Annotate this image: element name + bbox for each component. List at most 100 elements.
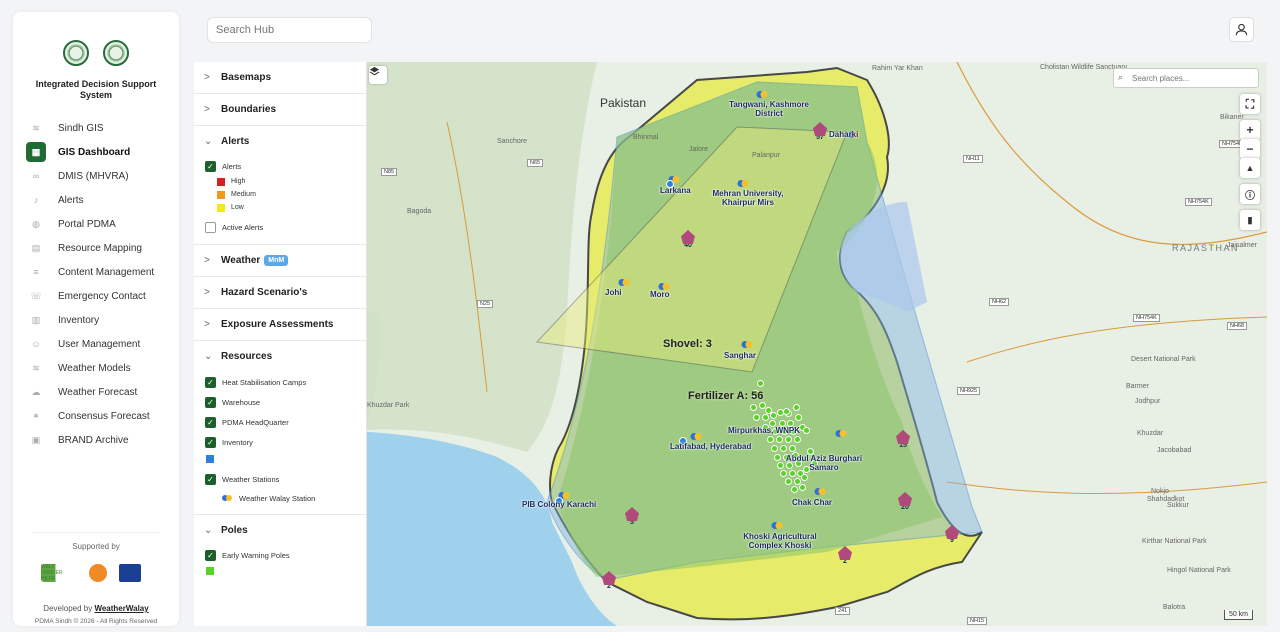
place-label[interactable]: Latifabad, Hyderabad (670, 442, 751, 451)
sidebar-item-dmis-mhvra[interactable]: ∞ DMIS (MHVRA) (26, 164, 176, 188)
alert-hotspot[interactable]: 2 (599, 571, 619, 590)
early-warning-pole-marker[interactable] (750, 404, 757, 411)
resource-toggle-pdma-hq[interactable]: ✓ PDMA HeadQuarter (205, 412, 366, 432)
checkbox-checked[interactable]: ✓ (205, 376, 216, 388)
alert-hotspot[interactable]: 5 (622, 507, 642, 526)
sidebar-item-portal-pdma[interactable]: ◍ Portal PDMA (26, 212, 176, 236)
alert-hotspot[interactable]: 9 (942, 525, 962, 544)
weather-station-marker[interactable] (834, 429, 848, 438)
sidebar-item-brand-archive[interactable]: ▣ BRAND Archive (26, 428, 176, 452)
place-label[interactable]: Mirpurkhas, WNPK (728, 426, 800, 435)
sidebar-item-alerts[interactable]: ♪ Alerts (26, 188, 176, 212)
place-label[interactable]: Tangwani, Kashmore District (724, 100, 814, 118)
sidebar-item-gis-dashboard[interactable]: ▦ GIS Dashboard (26, 140, 176, 164)
alert-hotspot[interactable]: 40 (678, 230, 698, 249)
sidebar-item-consensus-forecast[interactable]: ✶ Consensus Forecast (26, 404, 176, 428)
place-label[interactable]: Johi (605, 288, 621, 297)
resource-toggle-warehouse[interactable]: ✓ Warehouse (205, 392, 366, 412)
alert-hotspot[interactable]: 20 (895, 492, 915, 511)
sidebar-item-inventory[interactable]: ▥ Inventory (26, 308, 176, 332)
resource-toggle-weather-stations[interactable]: ✓ Weather Stations (205, 468, 366, 490)
checkbox-unchecked[interactable] (205, 221, 216, 233)
early-warning-pole-marker[interactable] (801, 474, 808, 481)
place-label[interactable]: Mehran University, Khairpur Mirs (703, 189, 793, 207)
weather-station-marker[interactable] (617, 278, 631, 287)
place-label[interactable]: Abdul Aziz Burghari Samaro (779, 454, 869, 472)
sidebar-item-weather-models[interactable]: ≋ Weather Models (26, 356, 176, 380)
early-warning-pole-marker[interactable] (783, 408, 790, 415)
section-header-alerts[interactable]: ⌄ Alerts (194, 126, 366, 157)
section-header-hazard[interactable]: > Hazard Scenario's (194, 277, 366, 308)
search-hub-input[interactable] (207, 17, 372, 43)
section-header-weather[interactable]: > Weather MnM (194, 245, 366, 276)
early-warning-pole-marker[interactable] (762, 414, 769, 421)
early-warning-pole-marker[interactable] (793, 404, 800, 411)
early-warning-pole-marker[interactable] (757, 380, 764, 387)
poles-toggle[interactable]: ✓ Early Warning Poles (205, 546, 366, 564)
place-label[interactable]: Moro (650, 290, 670, 299)
sidebar-item-user-management[interactable]: ☺ User Management (26, 332, 176, 356)
weather-station-marker[interactable] (689, 432, 703, 441)
alert-hotspot[interactable]: 15 (893, 430, 913, 449)
section-header-resources[interactable]: ⌄ Resources (194, 341, 366, 372)
early-warning-pole-marker[interactable] (753, 414, 760, 421)
alert-hotspot[interactable]: 57 (810, 122, 830, 141)
early-warning-pole-marker[interactable] (767, 436, 774, 443)
weather-station-marker[interactable] (736, 179, 750, 188)
checkbox-checked[interactable]: ✓ (205, 160, 216, 172)
weather-station-marker[interactable] (813, 487, 827, 496)
sidebar-item-content-management[interactable]: ≡ Content Management (26, 260, 176, 284)
early-warning-pole-marker[interactable] (770, 412, 777, 419)
checkbox-checked[interactable]: ✓ (205, 396, 216, 408)
zoom-in-button[interactable]: + (1240, 120, 1260, 140)
checkbox-checked[interactable]: ✓ (205, 473, 216, 485)
early-warning-pole-marker[interactable] (794, 436, 801, 443)
early-warning-pole-marker[interactable] (785, 436, 792, 443)
sidebar-item-emergency-contact[interactable]: ☏ Emergency Contact (26, 284, 176, 308)
early-warning-pole-marker[interactable] (785, 478, 792, 485)
reset-north-button[interactable]: ▲ (1240, 158, 1260, 178)
early-warning-pole-marker[interactable] (795, 414, 802, 421)
map-canvas[interactable]: 57 40 15 20 9 5 2 2 Tangwani, Kashmore District… (367, 62, 1267, 626)
early-warning-pole-marker[interactable] (780, 445, 787, 452)
weather-station-marker[interactable] (770, 521, 784, 530)
zoom-out-button[interactable]: − (1240, 139, 1260, 159)
section-header-basemaps[interactable]: > Basemaps (194, 62, 366, 93)
layer-panel: > Basemaps > Boundaries ⌄ Alerts ✓ Alerts Hi… (194, 62, 367, 626)
early-warning-pole-marker[interactable] (776, 436, 783, 443)
early-warning-pole-marker[interactable] (803, 427, 810, 434)
section-header-boundaries[interactable]: > Boundaries (194, 94, 366, 125)
weather-station-marker[interactable] (755, 90, 769, 99)
info-button[interactable]: ⓘ (1240, 184, 1260, 204)
place-label[interactable]: Daharki (829, 130, 858, 139)
alert-hotspot[interactable]: 2 (835, 546, 855, 565)
resource-toggle-inventory[interactable]: ✓ Inventory (205, 432, 366, 452)
place-label[interactable]: Chak Char (792, 498, 832, 507)
active-alerts-toggle[interactable]: Active Alerts (205, 218, 366, 236)
place-label[interactable]: PIB Colony Karachi (522, 500, 596, 509)
chart-button[interactable]: ▮ (1240, 210, 1260, 230)
user-profile-button[interactable] (1229, 17, 1254, 42)
place-label[interactable]: Khoski Agricultural Complex Khoski (735, 532, 825, 550)
section-header-exposure[interactable]: > Exposure Assessments (194, 309, 366, 340)
weather-station-marker[interactable] (740, 340, 754, 349)
place-label[interactable]: Larkana (660, 186, 691, 195)
early-warning-pole-marker[interactable] (789, 445, 796, 452)
layer-switcher-button[interactable] (369, 66, 387, 84)
place-label[interactable]: Sanghar (724, 351, 756, 360)
early-warning-pole-marker[interactable] (799, 484, 806, 491)
checkbox-checked[interactable]: ✓ (205, 549, 216, 561)
alerts-layer-toggle[interactable]: ✓ Alerts (205, 157, 366, 175)
section-header-poles[interactable]: ⌄ Poles (194, 515, 366, 546)
sidebar-item-sindh-gis[interactable]: ≋ Sindh GIS (26, 116, 176, 140)
checkbox-checked[interactable]: ✓ (205, 436, 216, 448)
early-warning-pole-marker[interactable] (771, 445, 778, 452)
checkbox-checked[interactable]: ✓ (205, 416, 216, 428)
search-places-input[interactable] (1113, 68, 1259, 88)
fullscreen-button[interactable]: ⛶ (1240, 94, 1260, 114)
sidebar-item-resource-mapping[interactable]: ▤ Resource Mapping (26, 236, 176, 260)
developer-link[interactable]: WeatherWalay (94, 604, 148, 613)
early-warning-pole-marker[interactable] (791, 486, 798, 493)
resource-toggle-heat-camps[interactable]: ✓ Heat Stabilisation Camps (205, 372, 366, 392)
sidebar-item-weather-forecast[interactable]: ☁ Weather Forecast (26, 380, 176, 404)
